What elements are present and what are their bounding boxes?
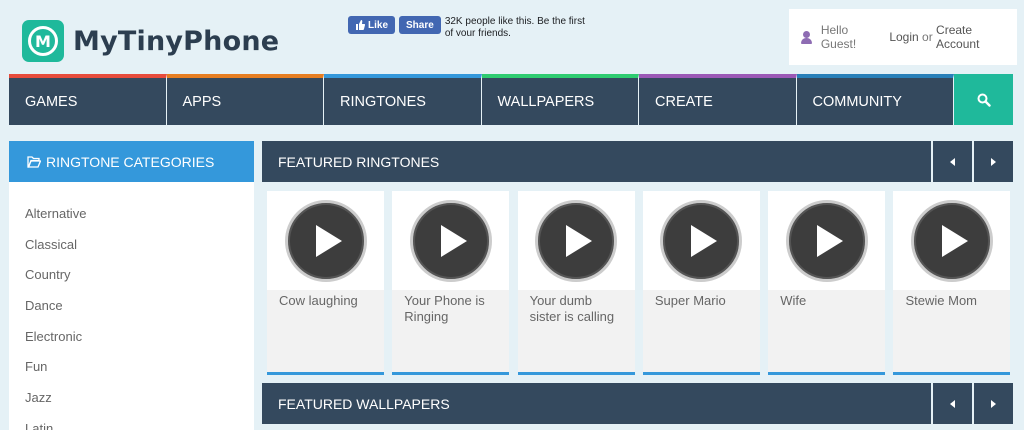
next-button[interactable] (972, 141, 1013, 182)
nav-ringtones[interactable]: RINGTONES (324, 74, 482, 125)
fb-like-count: 32K people like this. Be the first of yo… (444, 16, 585, 36)
category-item[interactable]: Latin (9, 419, 254, 430)
nav-community[interactable]: COMMUNITY (796, 74, 954, 125)
ringtone-title[interactable]: Super Mario (643, 290, 760, 309)
fb-like-button[interactable]: Like (348, 16, 396, 34)
carousel-controls (931, 141, 1013, 182)
nav-create[interactable]: CREATE (639, 74, 797, 125)
ringtone-title[interactable]: Wife (768, 290, 885, 309)
nav-label: COMMUNITY (812, 93, 902, 110)
play-icon[interactable] (660, 199, 743, 282)
play-icon[interactable] (409, 199, 492, 282)
play-icon[interactable] (535, 199, 618, 282)
or-text: or (922, 30, 933, 44)
create-account-link[interactable]: Create Account (936, 23, 1017, 51)
ringtone-title[interactable]: Cow laughing (267, 290, 384, 309)
category-item[interactable]: Alternative (9, 204, 254, 235)
nav-label: RINGTONES (340, 93, 426, 110)
fb-share-button[interactable]: Share (399, 16, 441, 34)
featured-wallpapers-header: FEATURED WALLPAPERS (262, 383, 1013, 424)
logo-badge-icon: M (22, 20, 64, 62)
category-item[interactable]: Country (9, 265, 254, 296)
login-link[interactable]: Login (889, 30, 918, 44)
folder-open-icon (27, 155, 41, 168)
greeting-text: Hello Guest! (820, 23, 857, 51)
category-item[interactable]: Dance (9, 296, 254, 327)
category-item[interactable]: Jazz (9, 388, 254, 419)
logo-text: MyTinyPhone (73, 25, 280, 57)
next-button[interactable] (972, 383, 1013, 424)
nav-label: GAMES (25, 93, 78, 110)
ringtone-title[interactable]: Stewie Mom (893, 290, 1010, 309)
ringtone-categories-header: RINGTONE CATEGORIES (9, 141, 254, 182)
nav-label: WALLPAPERS (497, 93, 595, 110)
fb-share-label: Share (406, 19, 434, 31)
play-icon[interactable] (284, 199, 367, 282)
chevron-left-icon (950, 157, 955, 166)
site-logo[interactable]: M MyTinyPhone (22, 20, 279, 62)
featured-ringtones-header: FEATURED RINGTONES (262, 141, 1013, 182)
ringtone-card[interactable]: Cow laughing (267, 191, 384, 375)
chevron-right-icon (991, 399, 996, 408)
main-nav: GAMES APPS RINGTONES WALLPAPERS CREATE C… (9, 74, 1013, 125)
nav-label: CREATE (655, 93, 713, 110)
section-title: FEATURED RINGTONES (278, 153, 440, 170)
play-icon[interactable] (910, 199, 993, 282)
nav-label: APPS (182, 93, 222, 110)
prev-button[interactable] (931, 383, 972, 424)
ringtone-card[interactable]: Super Mario (642, 191, 760, 375)
ringtone-title[interactable]: Your Phone is Ringing (392, 290, 509, 325)
ringtone-title[interactable]: Your dumb sister is calling (518, 290, 635, 325)
category-item[interactable]: Fun (9, 357, 254, 388)
prev-button[interactable] (931, 141, 972, 182)
chevron-right-icon (991, 157, 996, 166)
carousel-controls (931, 383, 1013, 424)
ringtone-carousel: Cow laughing Your Phone is Ringing Your … (267, 191, 1011, 375)
ringtone-card[interactable]: Your Phone is Ringing (392, 191, 510, 375)
thumbs-up-icon (356, 20, 365, 30)
fb-like-label: Like (368, 19, 389, 31)
ringtone-card[interactable]: Wife (768, 191, 886, 375)
categories-title: RINGTONE CATEGORIES (46, 153, 215, 170)
user-icon (801, 30, 812, 44)
account-box: Hello Guest! Login or Create Account (789, 9, 1017, 65)
play-icon[interactable] (785, 199, 868, 282)
category-item[interactable]: Electronic (9, 327, 254, 358)
search-icon (977, 93, 991, 107)
nav-wallpapers[interactable]: WALLPAPERS (481, 74, 639, 125)
ringtone-card[interactable]: Stewie Mom (893, 191, 1011, 375)
chevron-left-icon (950, 399, 955, 408)
ringtone-card[interactable]: Your dumb sister is calling (517, 191, 635, 375)
search-button[interactable] (954, 74, 1013, 125)
logo-letter: M (28, 26, 58, 56)
nav-games[interactable]: GAMES (9, 74, 167, 125)
category-item[interactable]: Classical (9, 235, 254, 266)
section-title: FEATURED WALLPAPERS (278, 395, 450, 412)
facebook-widget: Like Share 32K people like this. Be the … (348, 16, 595, 36)
category-list: Alternative Classical Country Dance Elec… (9, 182, 254, 430)
nav-apps[interactable]: APPS (166, 74, 324, 125)
